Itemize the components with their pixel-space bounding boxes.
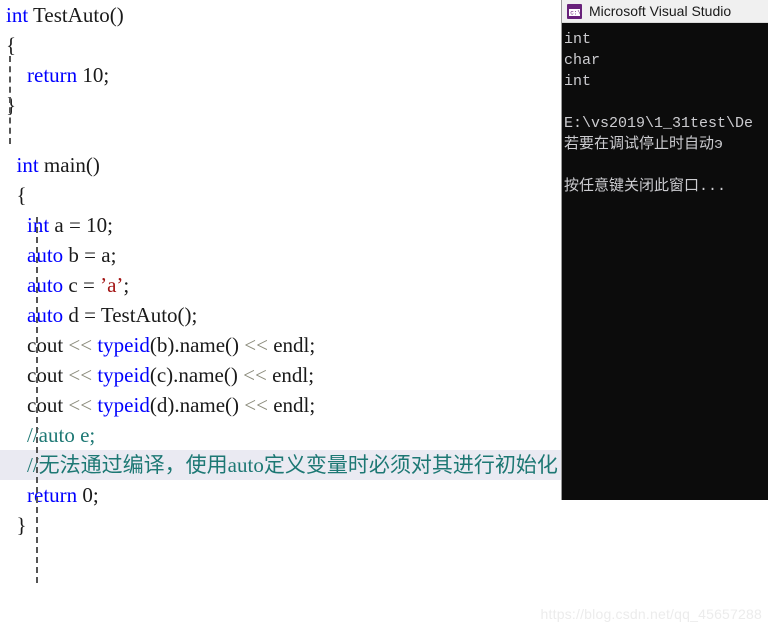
code-token-id <box>6 243 27 267</box>
code-token-id <box>6 423 27 447</box>
code-token-id: endl; <box>266 363 315 387</box>
console-output-line: int <box>564 31 592 48</box>
code-token-kw: int <box>16 153 39 177</box>
code-line[interactable]: } <box>0 510 768 540</box>
console-output-line: char <box>564 52 601 69</box>
code-token-id: c = <box>63 273 101 297</box>
code-token-kw: int <box>6 3 29 27</box>
code-token-op: << <box>68 363 93 387</box>
code-token-kw: typeid <box>97 393 150 417</box>
code-token-id: ; <box>103 63 110 87</box>
watermark-url: https://blog.csdn.net/qq_45657288 <box>540 606 762 622</box>
code-token-id <box>6 153 17 177</box>
code-token-op: << <box>68 333 93 357</box>
code-token-kw: return <box>27 63 78 87</box>
code-token-id <box>6 183 17 207</box>
console-window[interactable]: c:\ Microsoft Visual Studio int char int E… <box>562 0 768 500</box>
code-token-op: << <box>244 393 268 417</box>
indent-guide-inner <box>36 217 38 583</box>
code-token-kw: int <box>27 213 50 237</box>
code-token-kw: auto <box>27 273 64 297</box>
code-token-id: (c).name() <box>149 363 244 387</box>
console-output: int char int E:\vs2019\1_31test\De 若要在调试停止时… <box>562 23 768 500</box>
console-output-line: int <box>564 73 592 90</box>
console-output-line: 按任意键关闭此窗口... <box>564 178 727 195</box>
code-token-kw: typeid <box>97 363 150 387</box>
code-token-id <box>6 453 27 477</box>
code-token-kw: auto <box>27 243 64 267</box>
code-token-id: TestAuto() <box>28 3 124 27</box>
svg-text:c:\: c:\ <box>570 9 580 15</box>
code-token-id: d = TestAuto(); <box>63 303 198 327</box>
code-token-id: ; <box>107 213 113 237</box>
code-token-brace: } <box>6 93 17 117</box>
code-token-op: << <box>68 393 93 417</box>
code-token-id: b = a; <box>63 243 117 267</box>
code-token-id: endl; <box>267 393 316 417</box>
code-token-id: ; <box>92 483 99 507</box>
code-token-id: a = <box>49 213 87 237</box>
code-token-num: 10 <box>86 213 108 237</box>
console-title-bar[interactable]: c:\ Microsoft Visual Studio <box>562 0 768 23</box>
code-token-id <box>6 513 17 537</box>
code-token-id: (d).name() <box>149 393 245 417</box>
console-output-line: 若要在调试停止时自动э <box>564 136 724 153</box>
code-token-id <box>6 273 27 297</box>
console-title-text: Microsoft Visual Studio <box>589 3 732 19</box>
code-token-id <box>6 483 27 507</box>
code-token-com: //无法通过编译，使用auto定义变量时必须对其进行初始化 <box>27 453 558 477</box>
console-output-line: E:\vs2019\1_31test\De <box>564 115 754 132</box>
code-token-op: << <box>243 363 267 387</box>
code-token-brace: { <box>16 183 27 207</box>
code-token-brace: { <box>6 33 17 57</box>
code-token-id: (b).name() <box>149 333 245 357</box>
code-token-id: main() <box>38 153 100 177</box>
code-token-id <box>6 303 27 327</box>
code-token-kw: auto <box>27 303 64 327</box>
code-token-id: ; <box>123 273 130 297</box>
code-token-num: 0 <box>82 483 93 507</box>
code-token-num: 10 <box>82 63 104 87</box>
code-token-str: ’a’ <box>100 273 124 297</box>
code-token-id <box>6 213 27 237</box>
console-window-icon: c:\ <box>567 3 582 19</box>
code-token-brace: } <box>16 513 27 537</box>
indent-guide-outer <box>9 56 11 144</box>
code-token-id: endl; <box>267 333 316 357</box>
code-token-op: << <box>244 333 268 357</box>
code-token-kw: typeid <box>97 333 150 357</box>
code-token-kw: return <box>27 483 78 507</box>
